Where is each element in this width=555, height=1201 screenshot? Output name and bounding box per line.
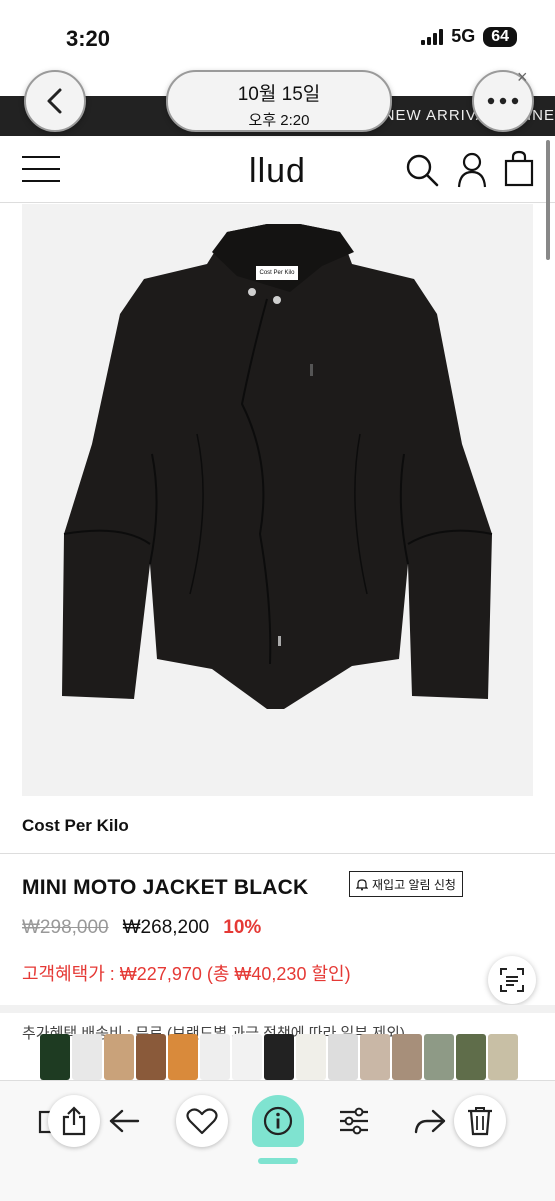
- product-title: MINI MOTO JACKET BLACK: [22, 876, 309, 899]
- more-icon: [487, 97, 519, 105]
- forward-button[interactable]: [404, 1095, 456, 1147]
- divider: [0, 853, 555, 854]
- thumbnail[interactable]: [456, 1034, 486, 1080]
- thumbnail[interactable]: [136, 1034, 166, 1080]
- product-image[interactable]: Cost Per Kilo: [22, 204, 533, 796]
- cart-icon[interactable]: [503, 150, 535, 188]
- site-header: llud: [0, 140, 555, 203]
- thumbnail[interactable]: [328, 1034, 358, 1080]
- thumbnail[interactable]: [264, 1034, 294, 1080]
- overlay-time: 오후 2:20: [248, 112, 310, 129]
- back-arrow-button[interactable]: [98, 1095, 150, 1147]
- close-overlay-button[interactable]: ×: [517, 67, 528, 88]
- signal-icon: [421, 28, 444, 45]
- thumbnail[interactable]: [488, 1034, 518, 1080]
- adjust-icon: [340, 1107, 368, 1135]
- adjust-button[interactable]: [328, 1095, 380, 1147]
- thumbnail[interactable]: [40, 1034, 70, 1080]
- share-icon: [62, 1106, 86, 1136]
- member-benefit-price: 고객혜택가 : ₩227,970 (총 ₩40,230 할인): [22, 964, 351, 984]
- forward-icon: [414, 1109, 446, 1134]
- price-row: ₩298,000 ₩268,200 10%: [22, 917, 261, 939]
- date-pill: 10월 15일 오후 2:20: [166, 70, 392, 132]
- info-button[interactable]: [252, 1095, 304, 1147]
- thumbnail[interactable]: [296, 1034, 326, 1080]
- favorite-button[interactable]: [176, 1095, 228, 1147]
- delete-button[interactable]: [454, 1095, 506, 1147]
- back-button[interactable]: [24, 70, 86, 132]
- thumbnail[interactable]: [200, 1034, 230, 1080]
- thumbnail[interactable]: [424, 1034, 454, 1080]
- scan-text-icon: [500, 968, 524, 992]
- home-indicator: [258, 1158, 298, 1164]
- heart-icon: [186, 1108, 218, 1135]
- battery-indicator: 64: [483, 26, 517, 47]
- info-icon: [263, 1106, 293, 1136]
- thumbnail[interactable]: [168, 1034, 198, 1080]
- thumbnail[interactable]: [72, 1034, 102, 1080]
- status-time: 3:20: [66, 26, 111, 51]
- status-bar: 3:20 5G 64: [0, 0, 555, 70]
- back-icon: [47, 88, 62, 114]
- sale-price: ₩268,200: [122, 917, 210, 938]
- restock-notify-label: 재입고 알림 신청: [372, 877, 456, 892]
- notify-bell-icon: [356, 878, 368, 890]
- search-icon[interactable]: [404, 152, 440, 188]
- page-scrollbar[interactable]: [546, 140, 550, 260]
- discount-rate: 10%: [223, 917, 262, 938]
- thumbnail[interactable]: [360, 1034, 390, 1080]
- thumbnail[interactable]: [232, 1034, 262, 1080]
- photo-thumbnail-strip[interactable]: [40, 1034, 530, 1080]
- scan-text-button[interactable]: [488, 956, 536, 1004]
- trash-icon: [468, 1107, 492, 1136]
- user-icon[interactable]: [456, 151, 488, 189]
- restock-notify-button[interactable]: 재입고 알림 신청: [349, 871, 463, 897]
- arrow-left-icon: [109, 1109, 140, 1133]
- network-label: 5G: [451, 26, 476, 46]
- thumbnail[interactable]: [392, 1034, 422, 1080]
- overlay-date: 10월 15일: [237, 84, 321, 105]
- original-price: ₩298,000: [22, 917, 109, 938]
- garment-label: Cost Per Kilo: [256, 266, 298, 280]
- share-button[interactable]: [48, 1095, 100, 1147]
- thumbnail[interactable]: [104, 1034, 134, 1080]
- section-separator: [0, 1005, 555, 1013]
- jacket-illustration: [62, 224, 493, 709]
- brand-name[interactable]: Cost Per Kilo: [22, 816, 129, 836]
